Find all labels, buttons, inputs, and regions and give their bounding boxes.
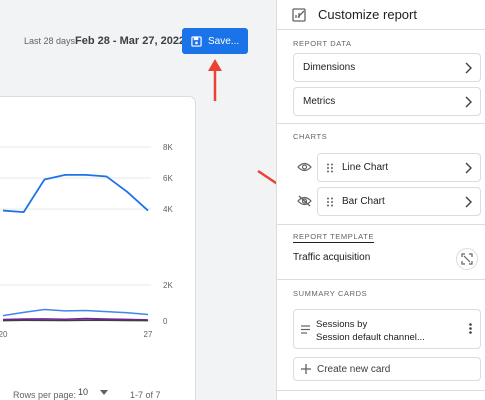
chevron-right-icon bbox=[465, 196, 472, 208]
line-chart: 8K 6K 4K 2K 0 20 27 bbox=[0, 143, 173, 339]
unlink-icon bbox=[461, 253, 473, 265]
more-vert-icon[interactable] bbox=[469, 323, 472, 334]
date-range-label: Last 28 days bbox=[24, 36, 76, 46]
save-icon bbox=[191, 35, 202, 47]
section-report-template-label: REPORT TEMPLATE bbox=[293, 232, 374, 243]
bar-chart-item[interactable]: Bar Chart bbox=[317, 187, 481, 216]
section-summary-cards: SUMMARY CARDS bbox=[293, 289, 368, 298]
panel-header: Customize report bbox=[277, 0, 485, 30]
date-range-picker[interactable]: Feb 28 - Mar 27, 2022 bbox=[75, 35, 185, 47]
chevron-right-icon bbox=[465, 62, 472, 74]
series-line bbox=[2, 308, 149, 317]
eye-off-icon[interactable] bbox=[297, 195, 312, 207]
rows-per-page-value: 10 bbox=[78, 387, 89, 397]
rows-per-page-select[interactable]: 10 bbox=[78, 387, 109, 397]
line-chart-item[interactable]: Line Chart bbox=[317, 153, 481, 182]
chevron-right-icon bbox=[465, 96, 472, 108]
summary-card-line1: Sessions by bbox=[316, 319, 368, 330]
divider bbox=[277, 224, 485, 225]
section-report-template: REPORT TEMPLATE bbox=[277, 232, 374, 243]
rows-per-page-label: Rows per page: bbox=[13, 390, 77, 400]
metrics-label: Metrics bbox=[303, 96, 336, 107]
table-icon bbox=[301, 325, 310, 334]
y-tick-label: 8K bbox=[163, 143, 173, 152]
create-new-card-button[interactable]: Create new card bbox=[293, 357, 481, 381]
chevron-right-icon bbox=[465, 162, 472, 174]
bar-chart-label: Bar Chart bbox=[342, 196, 385, 207]
divider bbox=[277, 123, 485, 124]
y-tick-label: 4K bbox=[163, 205, 173, 214]
line-chart-label: Line Chart bbox=[342, 162, 389, 173]
customize-report-panel: Customize report REPORT DATA Dimensions … bbox=[276, 0, 485, 400]
section-charts: CHARTS bbox=[293, 132, 328, 141]
create-new-card-label: Create new card bbox=[317, 363, 391, 375]
annotation-arrow-up bbox=[208, 59, 222, 101]
y-tick-label: 6K bbox=[163, 174, 173, 183]
template-name: Traffic acquisition bbox=[293, 252, 371, 263]
customize-icon bbox=[292, 7, 306, 22]
series-line bbox=[2, 174, 149, 214]
dimensions-label: Dimensions bbox=[303, 62, 356, 73]
x-tick-label: 27 bbox=[144, 330, 153, 339]
divider bbox=[277, 390, 485, 391]
save-button-label: Save... bbox=[208, 35, 240, 47]
panel-title: Customize report bbox=[318, 7, 417, 22]
divider bbox=[277, 279, 485, 280]
eye-icon[interactable] bbox=[297, 161, 312, 173]
drag-handle-icon[interactable] bbox=[326, 163, 334, 173]
metrics-item[interactable]: Metrics bbox=[293, 87, 481, 116]
caret-down-icon bbox=[100, 390, 109, 395]
page-count: 1-7 of 7 bbox=[130, 390, 161, 400]
chart-card: 8K 6K 4K 2K 0 20 27 bbox=[0, 96, 196, 400]
dimensions-item[interactable]: Dimensions bbox=[293, 53, 481, 82]
drag-handle-icon[interactable] bbox=[326, 197, 334, 207]
x-tick-label: 20 bbox=[0, 330, 8, 339]
y-tick-label: 2K bbox=[163, 281, 173, 290]
section-report-data: REPORT DATA bbox=[293, 39, 352, 48]
summary-card-line2: Session default channel... bbox=[316, 332, 425, 343]
summary-card[interactable]: Sessions by Session default channel... bbox=[293, 309, 481, 349]
report-area: Last 28 days Feb 28 - Mar 27, 2022 Save.… bbox=[0, 0, 276, 400]
plus-icon bbox=[301, 364, 311, 374]
save-button[interactable]: Save... bbox=[182, 28, 248, 54]
y-tick-label: 0 bbox=[163, 317, 168, 326]
unlink-template-button[interactable] bbox=[456, 248, 478, 270]
